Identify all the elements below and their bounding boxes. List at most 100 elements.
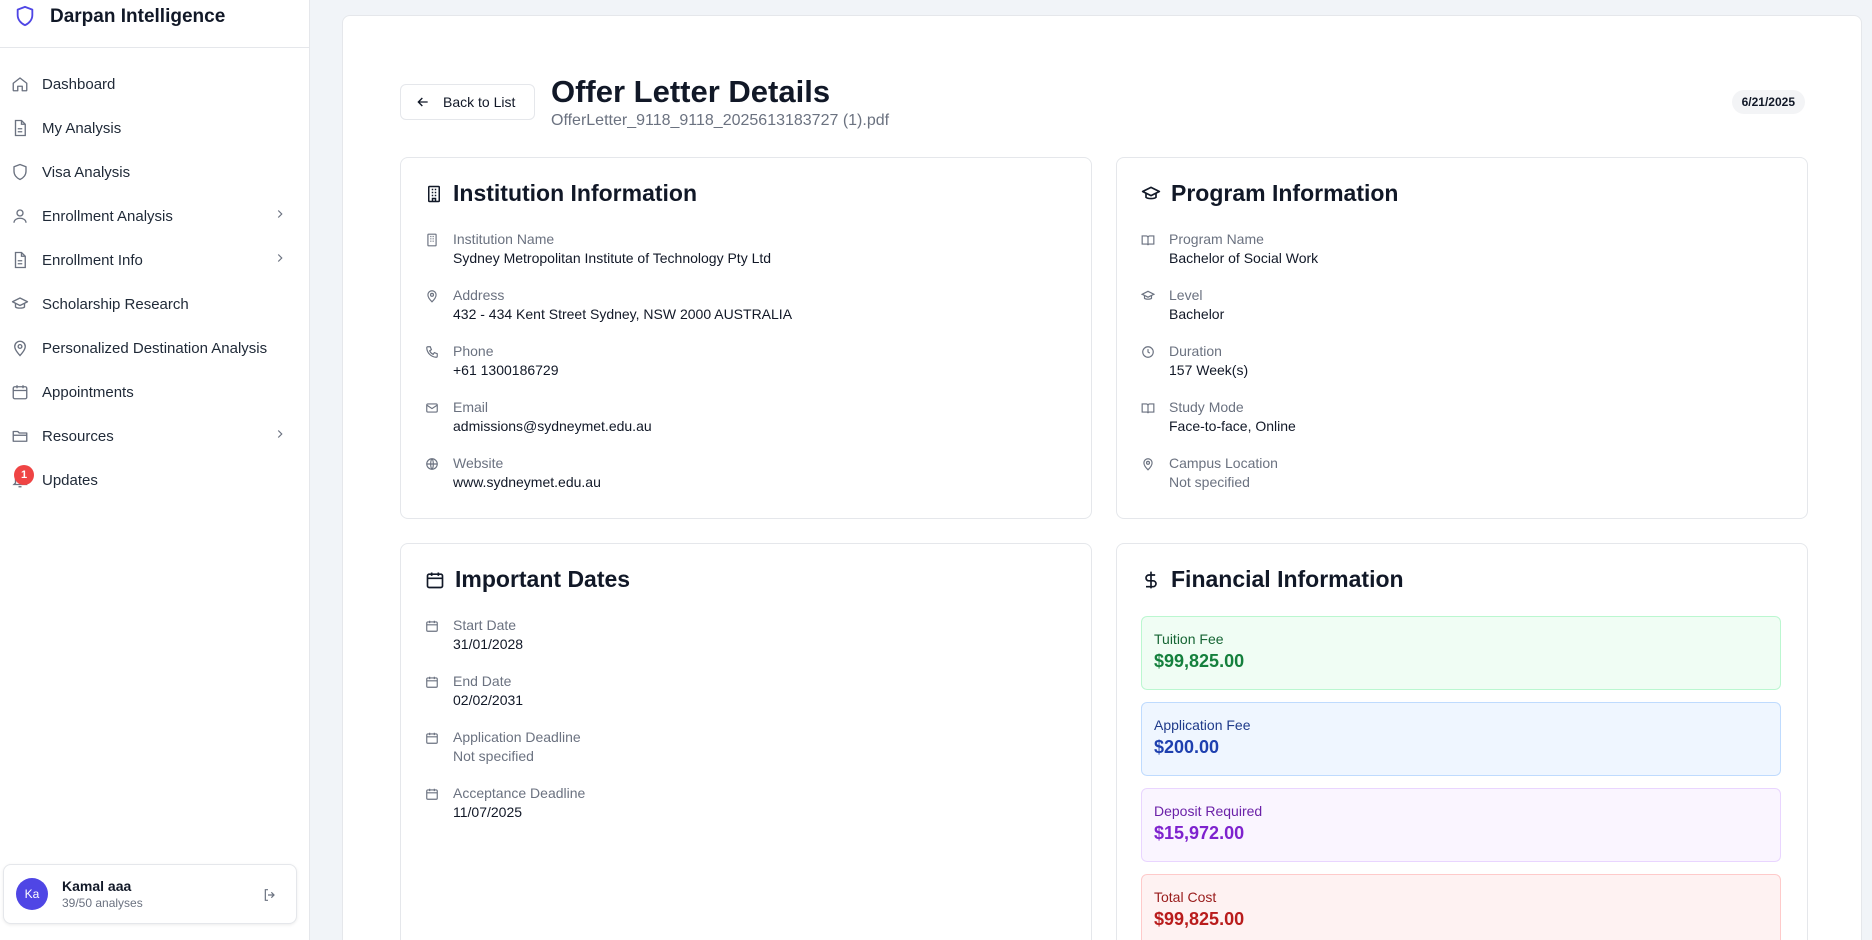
field-label: Level bbox=[1169, 287, 1203, 303]
sidebar-item-enrollment-info[interactable]: Enrollment Info bbox=[0, 238, 309, 282]
sidebar-item-my-analysis[interactable]: My Analysis bbox=[0, 106, 309, 150]
back-button-label: Back to List bbox=[443, 94, 516, 110]
field-institution-name: Institution Name Sydney Metropolitan Inst… bbox=[425, 231, 771, 266]
card-title-text: Institution Information bbox=[453, 180, 698, 206]
date-badge: 6/21/2025 bbox=[1731, 90, 1805, 114]
sidebar-item-personalized-destination[interactable]: Personalized Destination Analysis bbox=[0, 326, 309, 370]
field-value: Face-to-face, Online bbox=[1169, 418, 1296, 434]
map-pin-icon bbox=[1141, 457, 1157, 473]
field-value: +61 1300186729 bbox=[453, 362, 559, 378]
field-value: Sydney Metropolitan Institute of Technol… bbox=[453, 250, 772, 266]
folder-icon bbox=[10, 426, 30, 446]
fee-label: Total Cost bbox=[1154, 889, 1217, 905]
chevron-right-icon[interactable] bbox=[273, 207, 287, 226]
sidebar-item-label: Updates bbox=[42, 471, 98, 489]
deposit-required-box: Deposit Required $15,972.00 bbox=[1141, 788, 1781, 862]
sidebar-item-label: My Analysis bbox=[42, 119, 122, 137]
sidebar-item-enrollment-analysis[interactable]: Enrollment Analysis bbox=[0, 194, 309, 238]
calendar-icon bbox=[425, 619, 441, 635]
field-value: Bachelor of Social Work bbox=[1169, 250, 1319, 266]
field-value: Not specified bbox=[1169, 474, 1250, 490]
sidebar: Darpan Intelligence Dashboard My Analysi… bbox=[0, 0, 310, 940]
sidebar-item-visa-analysis[interactable]: Visa Analysis bbox=[0, 150, 309, 194]
field-level: Level Bachelor bbox=[1141, 287, 1224, 322]
field-label: Duration bbox=[1169, 343, 1222, 359]
field-value: Bachelor bbox=[1169, 306, 1225, 322]
graduation-cap-icon bbox=[1141, 289, 1157, 305]
field-program-name: Program Name Bachelor of Social Work bbox=[1141, 231, 1318, 266]
brand[interactable]: Darpan Intelligence bbox=[0, 0, 309, 48]
field-label: Start Date bbox=[453, 617, 517, 633]
field-study-mode: Study Mode Face-to-face, Online bbox=[1141, 399, 1296, 434]
field-label: Study Mode bbox=[1169, 399, 1244, 415]
home-icon bbox=[10, 74, 30, 94]
arrow-left-icon bbox=[415, 94, 431, 110]
sidebar-item-label: Scholarship Research bbox=[42, 295, 189, 313]
field-value: 02/02/2031 bbox=[453, 692, 524, 708]
sidebar-item-appointments[interactable]: Appointments bbox=[0, 370, 309, 414]
fee-value: $200.00 bbox=[1154, 737, 1220, 757]
sidebar-item-scholarship-research[interactable]: Scholarship Research bbox=[0, 282, 309, 326]
sidebar-item-label: Resources bbox=[42, 427, 114, 445]
institution-card: Institution Information Institution Name… bbox=[400, 157, 1092, 519]
card-title-text: Program Information bbox=[1171, 180, 1399, 206]
chevron-right-icon[interactable] bbox=[273, 251, 287, 270]
card-title-text: Important Dates bbox=[455, 566, 631, 592]
user-name: Kamal aaa bbox=[62, 878, 132, 894]
book-open-icon bbox=[1141, 401, 1157, 417]
graduation-cap-icon bbox=[10, 294, 30, 314]
sidebar-item-label: Appointments bbox=[42, 383, 134, 401]
field-value: www.sydneymet.edu.au bbox=[453, 474, 601, 490]
card-title: Financial Information bbox=[1141, 566, 1404, 593]
app-title: Darpan Intelligence bbox=[50, 6, 226, 27]
building-icon bbox=[425, 185, 443, 203]
sidebar-item-resources[interactable]: Resources bbox=[0, 414, 309, 458]
sidebar-item-label: Enrollment Analysis bbox=[42, 207, 173, 225]
fee-value: $99,825.00 bbox=[1154, 651, 1245, 671]
user-icon bbox=[10, 206, 30, 226]
user-card[interactable]: Ka Kamal aaa 39/50 analyses bbox=[3, 864, 297, 924]
chevron-right-icon[interactable] bbox=[273, 427, 287, 446]
field-duration: Duration 157 Week(s) bbox=[1141, 343, 1248, 378]
map-pin-icon bbox=[10, 338, 30, 358]
mail-icon bbox=[425, 401, 441, 417]
card-title: Important Dates bbox=[425, 566, 630, 593]
field-value: Not specified bbox=[453, 748, 534, 764]
field-label: Acceptance Deadline bbox=[453, 785, 586, 801]
file-name: OfferLetter_9118_9118_2025613183727 (1).… bbox=[551, 112, 890, 129]
calendar-icon bbox=[425, 675, 441, 691]
fee-label: Deposit Required bbox=[1154, 803, 1263, 819]
calendar-icon bbox=[425, 570, 445, 590]
fee-value: $15,972.00 bbox=[1154, 823, 1245, 843]
field-label: Website bbox=[453, 455, 504, 471]
card-title-text: Financial Information bbox=[1171, 566, 1404, 592]
calendar-icon bbox=[10, 382, 30, 402]
financial-card: Financial Information Tuition Fee $99,82… bbox=[1116, 543, 1808, 940]
dollar-sign-icon bbox=[1141, 570, 1161, 590]
application-fee-box: Application Fee $200.00 bbox=[1141, 702, 1781, 776]
field-value: 31/01/2028 bbox=[453, 636, 524, 652]
building-icon bbox=[425, 233, 441, 249]
user-info: Kamal aaa 39/50 analyses bbox=[62, 878, 143, 910]
field-label: Phone bbox=[453, 343, 494, 359]
sidebar-item-dashboard[interactable]: Dashboard bbox=[0, 62, 309, 106]
sidebar-item-label: Visa Analysis bbox=[42, 163, 131, 181]
document-icon bbox=[10, 118, 30, 138]
clock-icon bbox=[1141, 345, 1157, 361]
field-end-date: End Date 02/02/2031 bbox=[425, 673, 523, 708]
book-open-icon bbox=[1141, 233, 1157, 249]
avatar: Ka bbox=[16, 878, 48, 910]
sidebar-item-updates[interactable]: 1 Updates bbox=[0, 458, 309, 502]
logout-icon[interactable] bbox=[262, 887, 278, 908]
main-content: Back to List Offer Letter Details OfferL… bbox=[342, 15, 1862, 940]
tuition-fee-box: Tuition Fee $99,825.00 bbox=[1141, 616, 1781, 690]
field-label: Email bbox=[453, 399, 489, 415]
calendar-icon bbox=[425, 731, 441, 747]
fee-label: Application Fee bbox=[1154, 717, 1251, 733]
sidebar-item-label: Dashboard bbox=[42, 75, 116, 93]
document-icon bbox=[10, 250, 30, 270]
sidebar-item-label: Personalized Destination Analysis bbox=[42, 339, 268, 357]
back-to-list-button[interactable]: Back to List bbox=[400, 84, 535, 120]
field-label: Address bbox=[453, 287, 505, 303]
field-phone: Phone +61 1300186729 bbox=[425, 343, 559, 378]
